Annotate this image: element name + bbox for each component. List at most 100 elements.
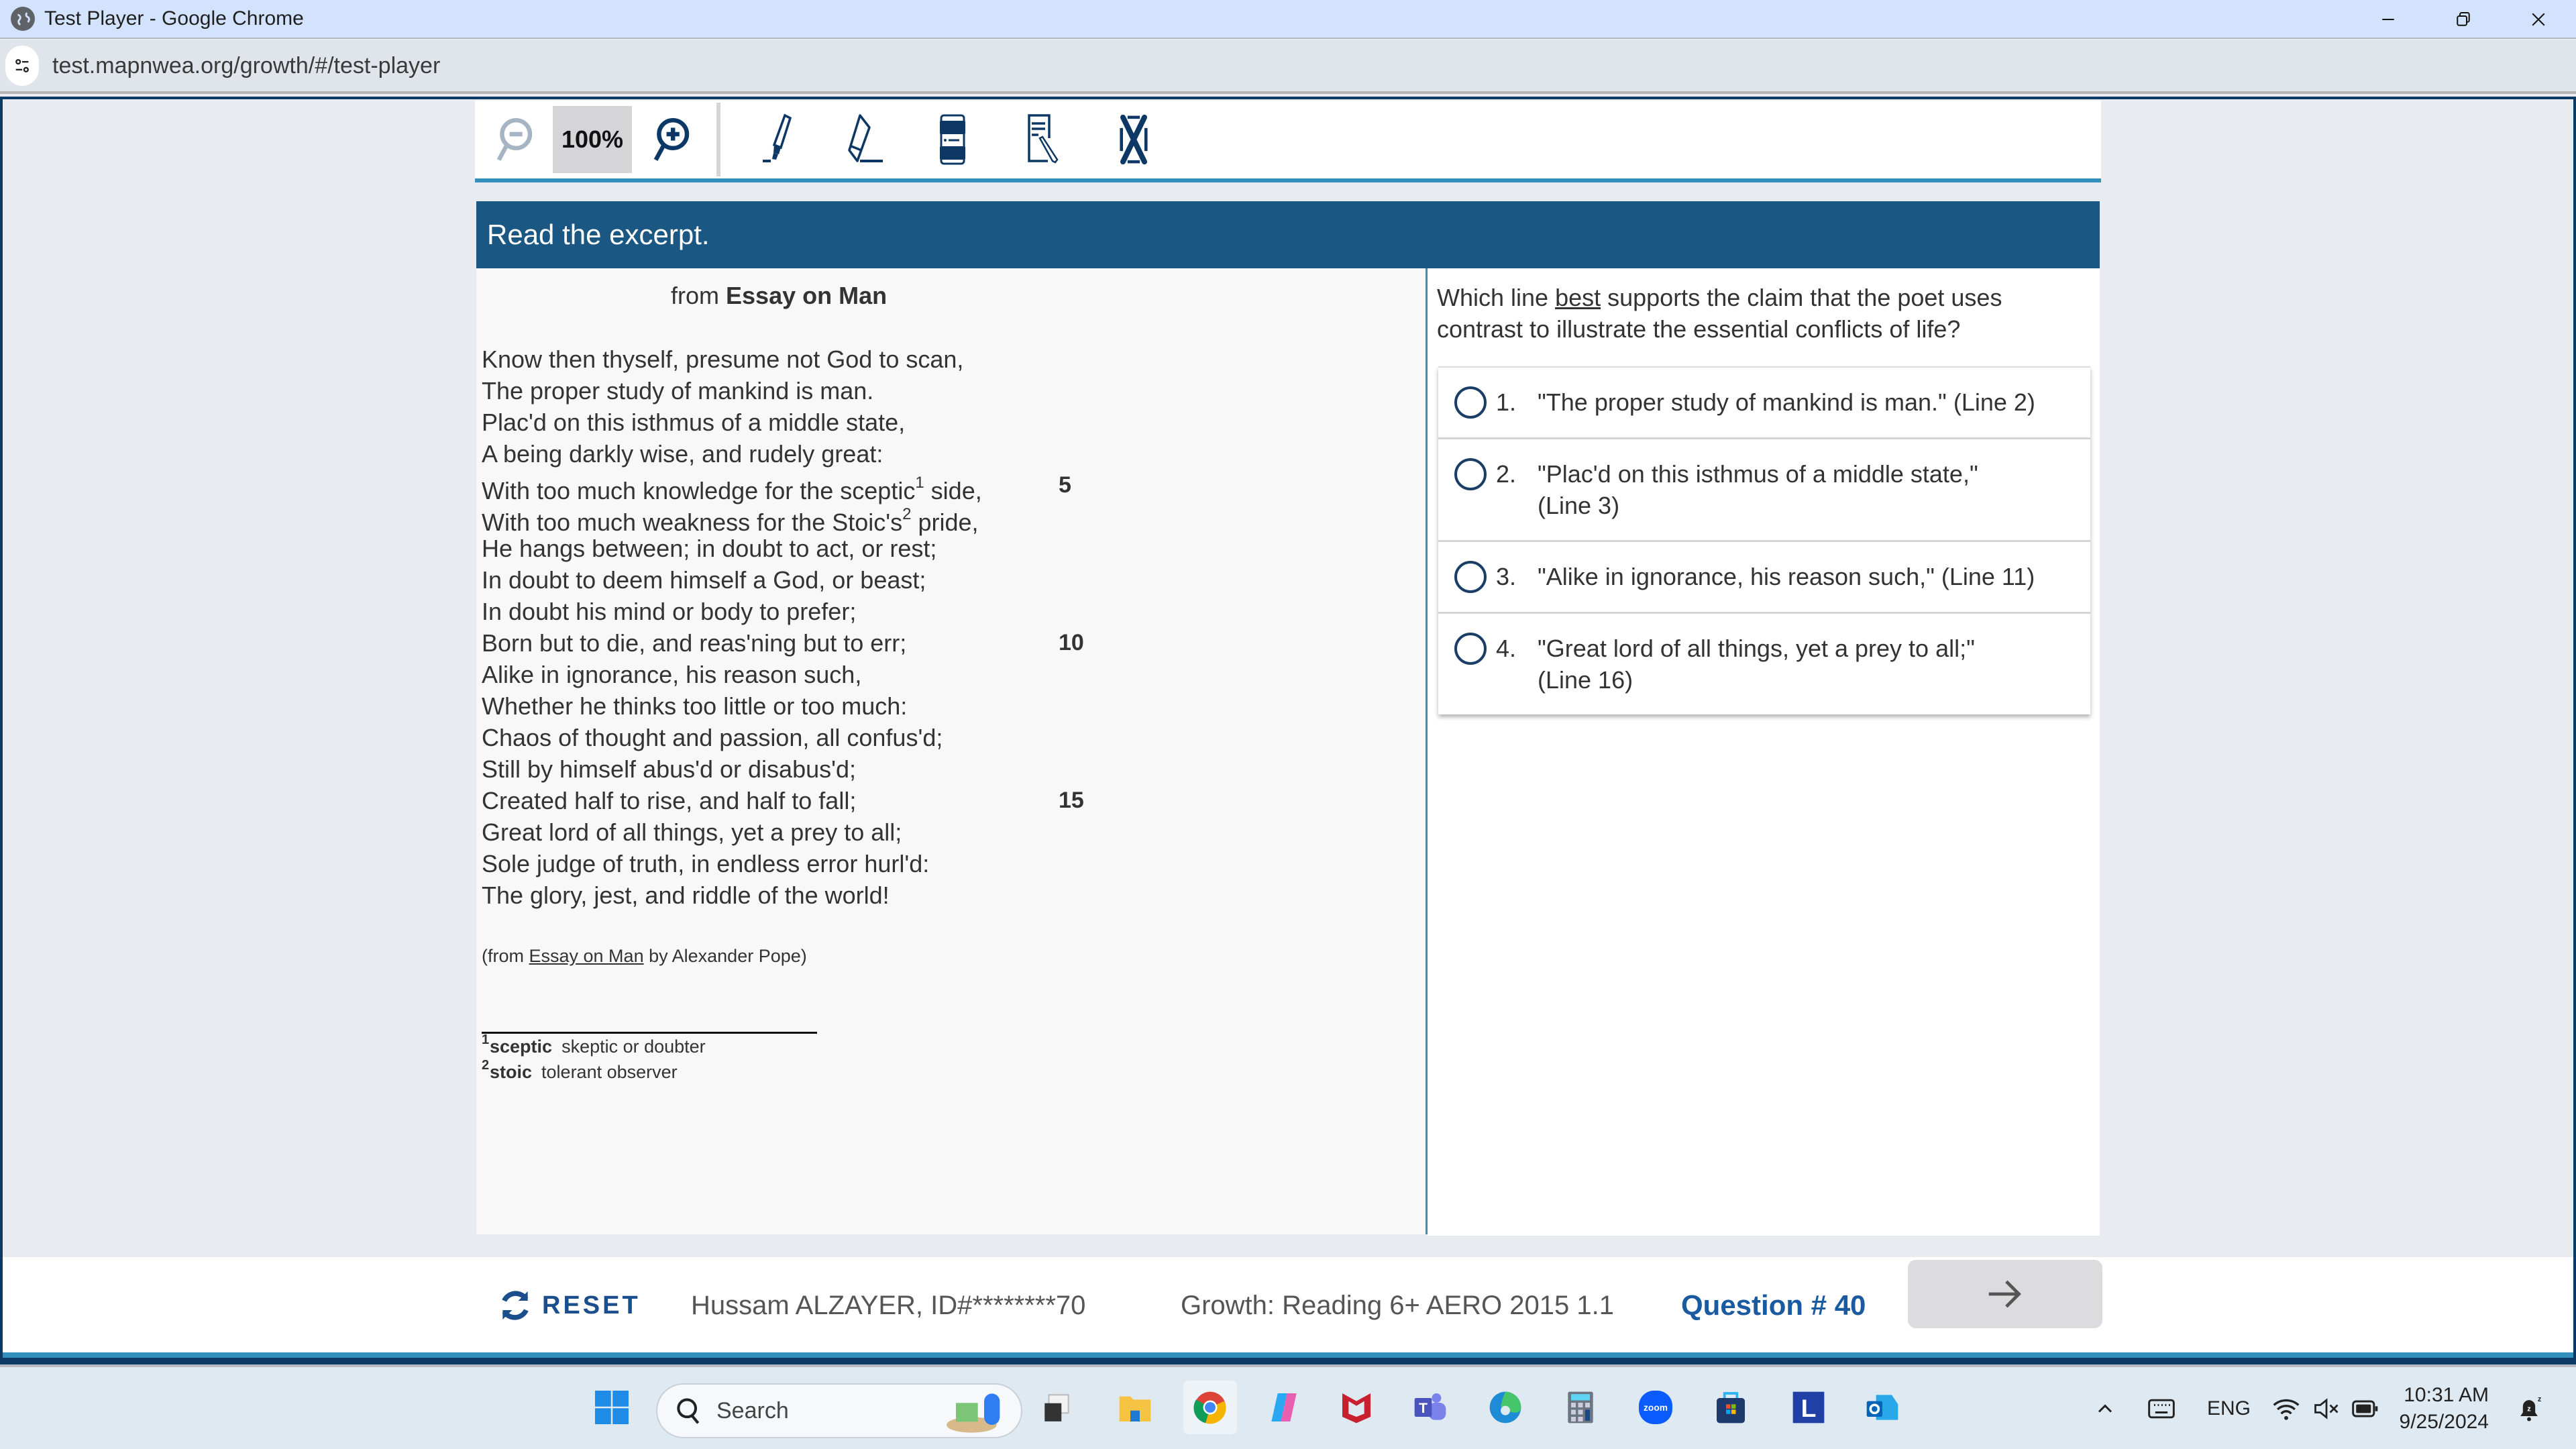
poem-line: Created half to rise, and half to fall; 1… [482, 785, 1152, 816]
tune-icon [15, 59, 29, 72]
taskbar-copilot[interactable] [1257, 1381, 1311, 1434]
zoom-out-button[interactable] [480, 106, 547, 173]
passage-title: from Essay on Man [671, 282, 888, 309]
zoom-out-icon [496, 118, 533, 161]
globe-icon [11, 7, 35, 31]
highlighter-button[interactable] [738, 106, 818, 173]
battery-icon [2352, 1400, 2378, 1417]
clock-date: 9/25/2024 [2399, 1411, 2489, 1433]
start-button[interactable] [585, 1381, 639, 1434]
window-title: Test Player - Google Chrome [44, 7, 304, 30]
l-app-icon: L [1792, 1391, 1825, 1424]
edge-icon [1489, 1391, 1521, 1424]
restore-button[interactable] [2426, 0, 2501, 39]
notepad-icon [1028, 114, 1059, 164]
windows-taskbar: Search T zoom L ENG 10:31 AM 9/25/2024 z… [0, 1364, 2576, 1449]
next-button[interactable] [1908, 1260, 2102, 1328]
close-window-button[interactable] [2501, 0, 2576, 39]
poem-line: With too much weakness for the Stoic's2 … [482, 505, 979, 536]
poem-line: With too much knowledge for the sceptic1… [482, 470, 1152, 504]
calculator-icon [1568, 1391, 1593, 1424]
line-number: 5 [1059, 472, 1071, 498]
system-clock[interactable]: 10:31 AM 9/25/2024 [2388, 1382, 2489, 1436]
poem-line: The glory, jest, and riddle of the world… [482, 881, 890, 909]
taskbar-outlook[interactable] [1856, 1381, 1909, 1434]
battery-status[interactable] [2351, 1381, 2380, 1437]
site-info-button[interactable] [5, 46, 39, 86]
refresh-icon [502, 1291, 529, 1320]
svg-text:z: z [2538, 1395, 2542, 1403]
touch-keyboard[interactable] [2147, 1381, 2176, 1437]
reset-button[interactable]: RESET [496, 1272, 641, 1339]
answer-choice-2[interactable]: 2. "Plac'd on this isthmus of a middle s… [1438, 439, 2090, 542]
zoom-in-button[interactable] [637, 106, 704, 173]
close-icon [2532, 13, 2545, 26]
wifi-icon [2273, 1399, 2300, 1420]
poem-line: The proper study of mankind is man. [482, 377, 874, 405]
taskbar-task-view[interactable] [1030, 1381, 1084, 1434]
show-hidden-icons[interactable] [2093, 1381, 2117, 1437]
taskbar-search[interactable]: Search [656, 1383, 1022, 1438]
chevron-up-icon [2098, 1404, 2112, 1413]
taskbar-store[interactable] [1704, 1381, 1758, 1434]
footnote: 2 stoic tolerant observer [482, 1058, 678, 1082]
line-number: 15 [1059, 788, 1084, 813]
footnote-marker: 1 [915, 474, 924, 492]
test-name: Growth: Reading 6+ AERO 2015 1.1 [1181, 1290, 1614, 1320]
passage-panel: from Essay on Man Know then thyself, pre… [476, 268, 1426, 1234]
footnote: 1 sceptic skeptic or doubter [482, 1032, 706, 1057]
taskbar-l-app[interactable]: L [1782, 1381, 1835, 1434]
answer-choices: 1. "The proper study of mankind is man."… [1438, 366, 2090, 714]
taskbar-zoom[interactable]: zoom [1629, 1381, 1682, 1434]
restore-icon [2457, 12, 2470, 26]
search-icon [677, 1398, 700, 1424]
volume-status[interactable] [2312, 1381, 2341, 1437]
taskbar-edge[interactable] [1479, 1381, 1532, 1434]
answer-choice-3[interactable]: 3. "Alike in ignorance, his reason such,… [1438, 542, 2090, 614]
volume-muted-icon [2314, 1398, 2339, 1419]
input-language[interactable]: ENG [2207, 1381, 2251, 1437]
zoom-app-icon: zoom [1639, 1391, 1672, 1424]
answer-choice-1[interactable]: 1. "The proper study of mankind is man."… [1438, 368, 2090, 439]
svg-text:z: z [2527, 1405, 2531, 1413]
footer-bar: RESET Hussam ALZAYER, ID#********70 Grow… [3, 1257, 2573, 1358]
taskbar-chrome[interactable] [1183, 1381, 1237, 1434]
line-reader-button[interactable] [912, 106, 993, 173]
folder-icon [1119, 1396, 1151, 1421]
passage-source: (from Essay on Man by Alexander Pope) [482, 946, 807, 966]
minimize-button[interactable] [2351, 0, 2426, 39]
radio-button[interactable] [1454, 386, 1487, 419]
poem-line: Whether he thinks too little or too much… [482, 692, 908, 720]
search-highlight-icon [947, 1393, 1000, 1433]
notepad-button[interactable] [993, 106, 1093, 173]
radio-button[interactable] [1454, 561, 1487, 593]
clock-time: 10:31 AM [2404, 1384, 2489, 1406]
radio-button[interactable] [1454, 633, 1487, 665]
eraser-button[interactable] [818, 106, 912, 173]
taskbar-file-explorer[interactable] [1108, 1381, 1162, 1434]
poem-line: Alike in ignorance, his reason such, [482, 661, 862, 688]
taskbar-calculator[interactable] [1554, 1381, 1607, 1434]
task-view-icon [1044, 1394, 1069, 1421]
windows-logo-icon [595, 1391, 629, 1424]
svg-text:zoom: zoom [1644, 1403, 1668, 1413]
poem-line: Born but to die, and reas'ning but to er… [482, 627, 1152, 659]
address-bar: test.mapnwea.org/growth/#/test-player [0, 40, 2576, 94]
line-number: 10 [1059, 630, 1084, 655]
outlook-icon [1866, 1395, 1898, 1420]
frame-bottom-border [0, 1358, 2576, 1364]
poem-line: In doubt his mind or body to prefer; [482, 598, 857, 625]
network-status[interactable] [2271, 1381, 2301, 1437]
taskbar-teams[interactable]: T [1403, 1381, 1457, 1434]
poem-line: He hangs between; in doubt to act, or re… [482, 535, 937, 562]
answer-eliminator-button[interactable] [1093, 106, 1174, 173]
notifications[interactable]: zz [2514, 1381, 2544, 1437]
radio-button[interactable] [1454, 458, 1487, 490]
answer-choice-4[interactable]: 4. "Great lord of all things, yet a prey… [1438, 614, 2090, 714]
chrome-icon [1193, 1391, 1226, 1424]
poem-line: Chaos of thought and passion, all confus… [482, 724, 943, 751]
url-text[interactable]: test.mapnwea.org/growth/#/test-player [52, 53, 440, 79]
arrow-right-icon [1988, 1280, 2021, 1308]
poem-line: Know then thyself, presume not God to sc… [482, 345, 964, 373]
taskbar-mcafee[interactable] [1330, 1381, 1383, 1434]
